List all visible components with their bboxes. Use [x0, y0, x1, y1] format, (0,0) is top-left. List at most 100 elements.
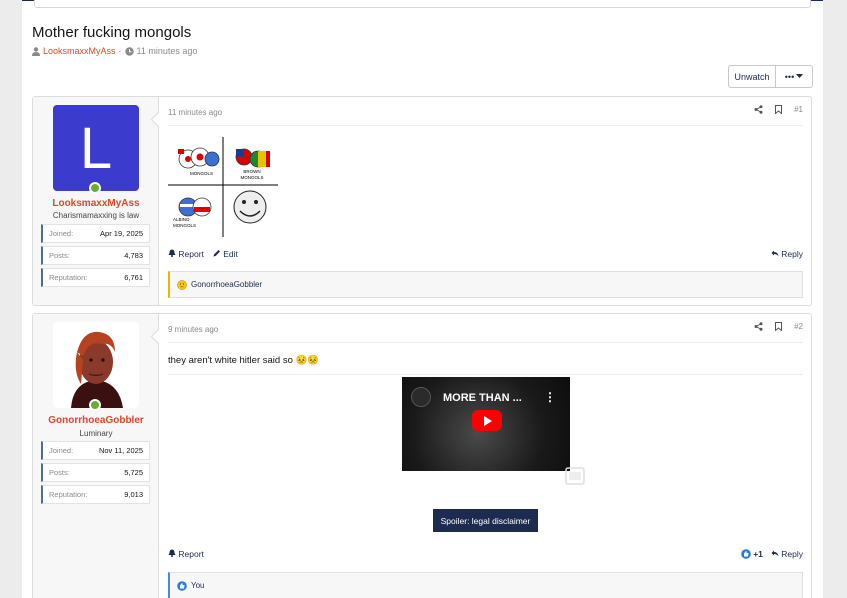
bell-icon [168, 549, 176, 557]
thread-starter-link[interactable]: LooksmaxxMyAss [43, 46, 116, 56]
avatar[interactable]: L [53, 105, 139, 191]
thinking-emoji-icon [177, 279, 187, 290]
post-footer-left: Report Edit [168, 249, 238, 259]
user-icon [32, 46, 40, 56]
stat-key: Reputation: [49, 490, 88, 499]
avatar-portrait [53, 322, 139, 408]
stat-reputation: Reputation: 6,761 [41, 268, 150, 287]
unwatch-button[interactable]: Unwatch [729, 66, 776, 87]
reply-icon [771, 550, 779, 557]
username-link[interactable]: LooksmaxxMyAss [33, 198, 159, 209]
stat-key: Joined: [49, 446, 74, 455]
spoiler-button[interactable]: Spoiler: legal disclaimer [433, 509, 538, 532]
post-1-user-column: L LooksmaxxMyAss Charismamaxxing is law … [33, 97, 159, 305]
reaction-count: +1 [753, 549, 763, 559]
stat-key: Reputation: [49, 273, 88, 282]
clock-icon [124, 46, 134, 56]
post-time[interactable]: 11 minutes ago [168, 108, 222, 117]
divider [168, 342, 803, 343]
media-placeholder-icon [565, 467, 585, 485]
reply-button[interactable]: Reply [771, 549, 803, 559]
thread-meta: LooksmaxxMyAss · 11 minutes ago [32, 46, 197, 56]
bookmark-icon[interactable] [775, 322, 783, 331]
video-menu-icon[interactable]: ⋮ [544, 390, 556, 404]
post-footer-right: +1 Reply [741, 549, 803, 559]
post-2-content: 9 minutes ago #2 they aren't white hitle… [159, 314, 811, 598]
post-time[interactable]: 9 minutes ago [168, 325, 218, 334]
stat-value: 6,761 [124, 273, 143, 282]
post-1-content: 11 minutes ago #1 MONGOLS BROWN MONGOLS … [159, 97, 811, 305]
stat-value: 9,013 [124, 490, 143, 499]
online-indicator [89, 399, 101, 411]
reactions-bar[interactable]: You [168, 572, 803, 598]
online-indicator [89, 182, 101, 194]
post-actions: #1 [754, 105, 803, 114]
avatar-letter: L [79, 115, 113, 181]
share-icon[interactable] [754, 105, 763, 114]
report-label: Report [178, 549, 204, 559]
post-2-user-column: GonorrhoeaGobbler Luminary Joined: Nov 1… [33, 314, 159, 598]
edit-button[interactable]: Edit [213, 249, 238, 259]
like-icon [177, 580, 187, 591]
like-button[interactable]: +1 [741, 549, 763, 559]
reply-label: Reply [781, 249, 803, 259]
post-footer-left: Report [168, 549, 204, 559]
reply-icon [771, 250, 779, 257]
report-label: Report [178, 249, 204, 259]
stat-reputation: Reputation: 9,013 [41, 485, 150, 504]
caret-down-icon [796, 74, 804, 78]
user-title: Charismamaxxing is law [52, 211, 140, 220]
page: Mother fucking mongols LooksmaxxMyAss · … [22, 0, 823, 598]
more-dots: ••• [784, 71, 795, 82]
meme-label-2: BROWN MONGOLS [240, 169, 264, 180]
youtube-embed[interactable]: MORE THAN ... ⋮ [402, 377, 570, 471]
play-button-icon[interactable] [472, 410, 502, 431]
meta-separator: · [118, 46, 122, 56]
stat-key: Posts: [49, 468, 70, 477]
bookmark-icon[interactable] [775, 105, 783, 114]
avatar[interactable] [53, 322, 139, 408]
post-footer-right: Reply [771, 249, 803, 259]
post-1: L LooksmaxxMyAss Charismamaxxing is law … [32, 96, 812, 306]
report-button[interactable]: Report [168, 549, 204, 559]
post-actions: #2 [754, 322, 803, 331]
meme-label-1: MONGOLS [190, 171, 214, 176]
stat-value: 4,783 [124, 251, 143, 260]
reply-label: Reply [781, 549, 803, 559]
top-box [34, 0, 811, 8]
reactions-bar[interactable]: GonorrhoeaGobbler [168, 271, 803, 298]
share-icon[interactable] [754, 322, 763, 331]
bell-icon [168, 249, 176, 257]
stat-value: Apr 19, 2025 [100, 229, 143, 238]
pencil-icon [213, 250, 220, 257]
stat-joined: Joined: Apr 19, 2025 [41, 224, 150, 243]
username-link[interactable]: GonorrhoeaGobbler [33, 415, 159, 426]
post-2: GonorrhoeaGobbler Luminary Joined: Nov 1… [32, 313, 812, 598]
thread-time: 11 minutes ago [136, 46, 198, 56]
video-title: MORE THAN ... [443, 392, 522, 404]
stat-posts: Posts: 4,783 [41, 246, 150, 265]
report-button[interactable]: Report [168, 249, 204, 259]
like-icon [741, 549, 751, 559]
stat-key: Joined: [49, 229, 74, 238]
thread-title: Mother fucking mongols [32, 24, 192, 41]
stat-key: Posts: [49, 251, 70, 260]
post-number[interactable]: #1 [794, 105, 803, 114]
reaction-user-link[interactable]: GonorrhoeaGobbler [191, 280, 262, 289]
reply-button[interactable]: Reply [771, 249, 803, 259]
divider [168, 374, 803, 375]
more-options-button[interactable]: ••• [776, 66, 812, 87]
thread-buttons: Unwatch ••• [728, 65, 813, 88]
stat-posts: Posts: 5,725 [41, 463, 150, 482]
reaction-user-link[interactable]: You [191, 581, 205, 590]
stat-value: Nov 11, 2025 [98, 446, 143, 455]
meme-label-3: ALBINO MONGOLS [173, 217, 197, 228]
channel-avatar-icon [411, 387, 431, 407]
stat-joined: Joined: Nov 11, 2025 [41, 441, 150, 460]
post-text: they aren't white hitler said so 😣😣 [168, 355, 320, 366]
stat-value: 5,725 [124, 468, 143, 477]
edit-label: Edit [223, 249, 238, 259]
post-number[interactable]: #2 [794, 322, 803, 331]
user-title: Luminary [79, 429, 113, 438]
divider [168, 125, 803, 126]
